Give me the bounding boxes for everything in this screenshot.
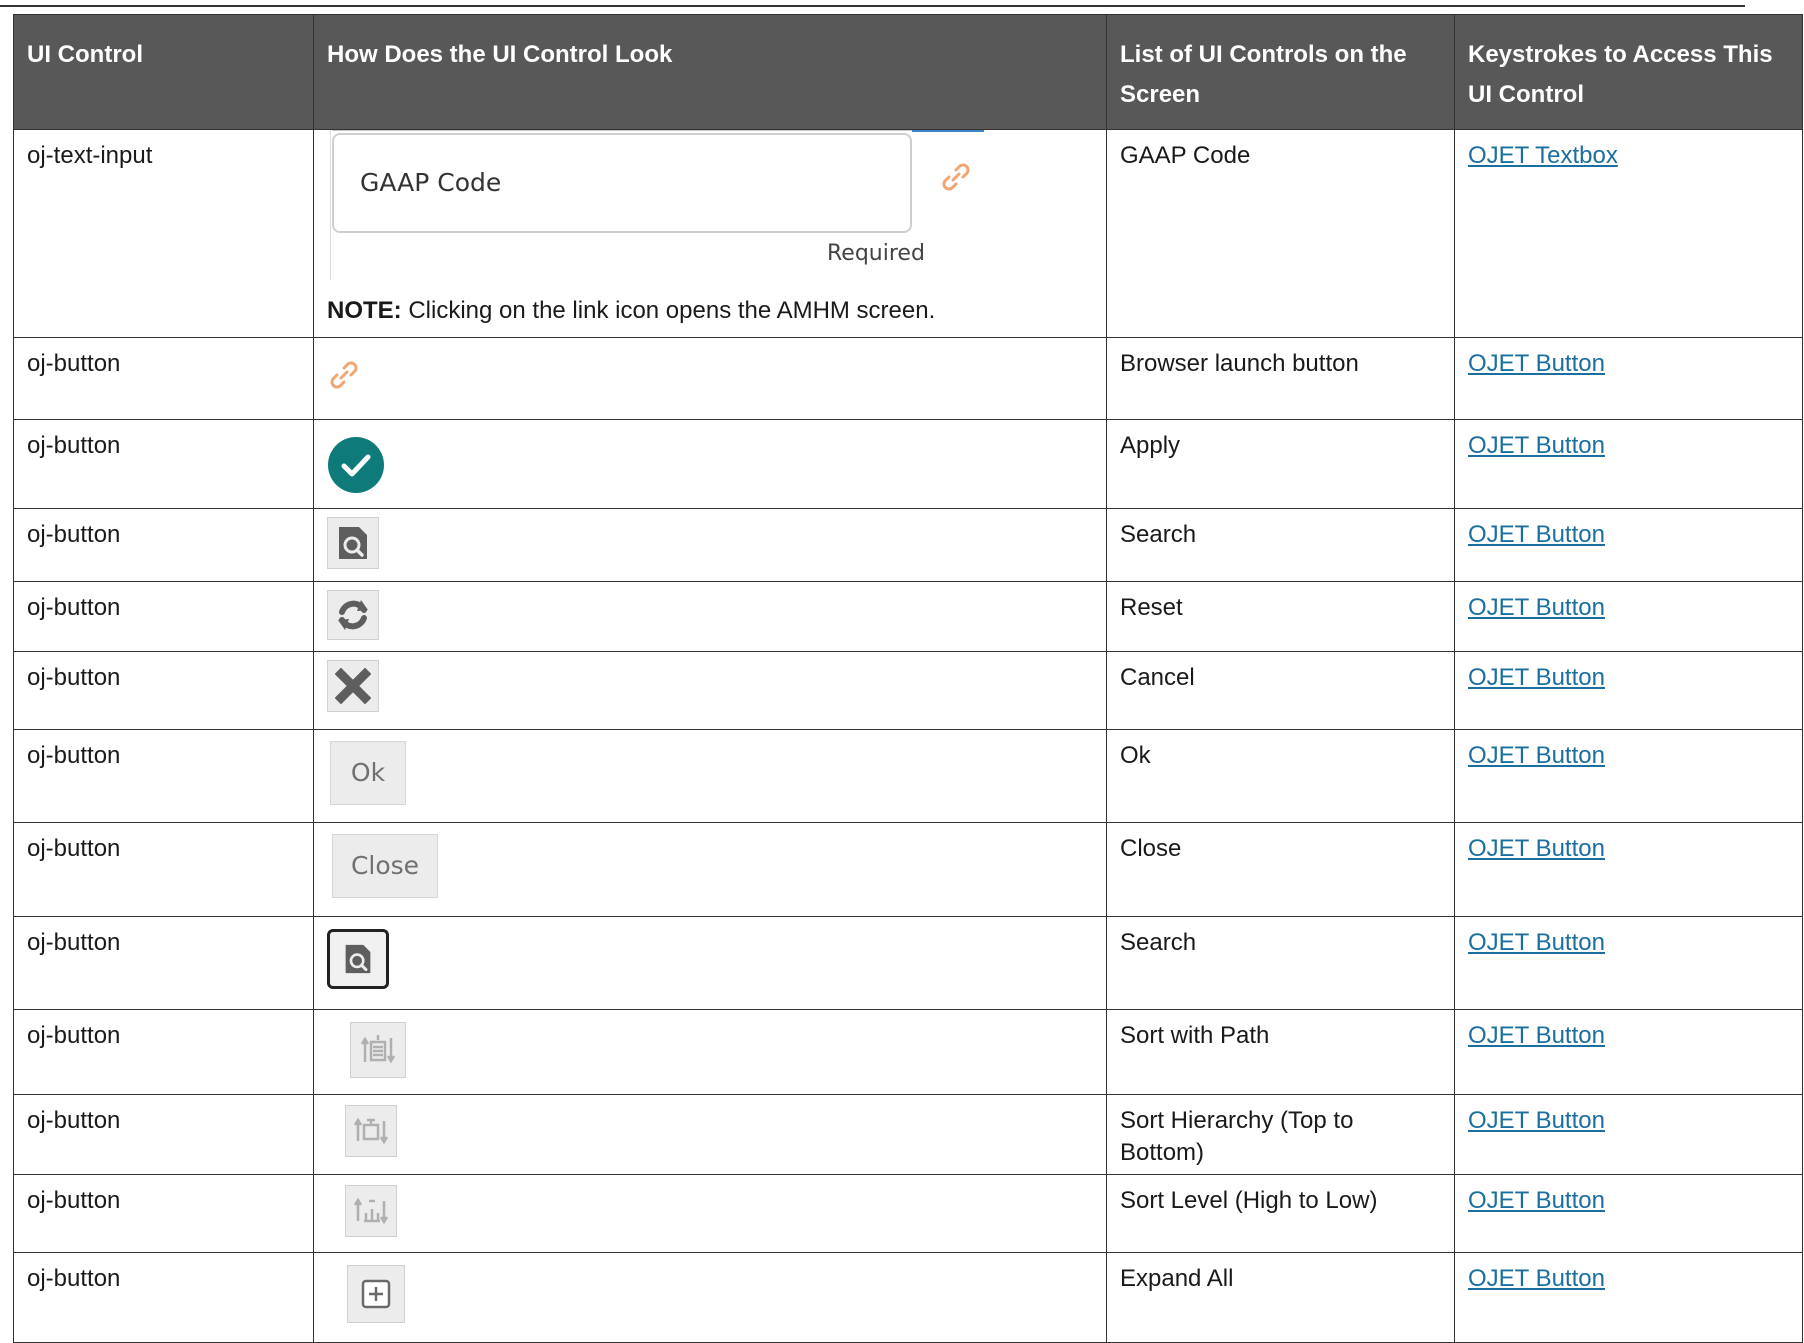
control-label: Search — [1106, 916, 1455, 1010]
refresh-icon[interactable] — [327, 590, 379, 640]
ui-controls-table: UI Control How Does the UI Control Look … — [13, 14, 1803, 1343]
control-name: oj-button — [13, 581, 314, 652]
control-name: oj-button — [13, 419, 314, 509]
table-row: oj-text-input GAAP Code Required NOTE: C… — [13, 129, 1803, 338]
keystroke-link[interactable]: OJET Button — [1468, 664, 1605, 691]
close-button[interactable]: Close — [332, 834, 438, 898]
control-label: Expand All — [1106, 1252, 1455, 1343]
close-x-icon[interactable] — [327, 660, 379, 712]
table-row: oj-button Sort Level (High to Low) OJET … — [13, 1174, 1803, 1253]
control-label: Cancel — [1106, 651, 1455, 730]
control-label: Search — [1106, 508, 1455, 582]
control-label: GAAP Code — [1106, 129, 1455, 338]
sort-level-icon[interactable] — [345, 1185, 397, 1237]
keystroke-link[interactable]: OJET Button — [1468, 1107, 1605, 1134]
header-how-look: How Does the UI Control Look — [313, 14, 1107, 130]
control-name: oj-button — [13, 822, 314, 917]
table-row: oj-button Ok Ok OJET Button — [13, 729, 1803, 823]
search-doc-icon[interactable] — [327, 929, 389, 989]
table-row: oj-button Browser launch button OJET But… — [13, 337, 1803, 420]
sort-hierarchy-icon[interactable] — [345, 1105, 397, 1157]
check-circle-icon[interactable] — [327, 436, 385, 503]
control-label: Ok — [1106, 729, 1455, 823]
control-name: oj-button — [13, 1009, 314, 1095]
keystroke-link[interactable]: OJET Button — [1468, 742, 1605, 769]
header-ui-control: UI Control — [13, 14, 314, 130]
control-name: oj-button — [13, 1252, 314, 1343]
control-label: Apply — [1106, 419, 1455, 509]
control-name: oj-text-input — [13, 129, 314, 338]
search-doc-icon[interactable] — [327, 517, 379, 569]
note-text: Clicking on the link icon opens the AMHM… — [401, 297, 936, 324]
control-name: oj-button — [13, 916, 314, 1010]
link-icon[interactable] — [327, 358, 361, 401]
table-row: oj-button Reset OJET Button — [13, 581, 1803, 652]
table-row: oj-button Search OJET Button — [13, 916, 1803, 1010]
keystroke-link[interactable]: OJET Button — [1468, 521, 1605, 548]
required-text: Required — [827, 241, 925, 266]
keystroke-link[interactable]: OJET Button — [1468, 835, 1605, 862]
table-header-row: UI Control How Does the UI Control Look … — [13, 14, 1803, 130]
ok-button[interactable]: Ok — [330, 741, 406, 805]
control-label: Sort Hierarchy (Top to Bottom) — [1120, 1107, 1354, 1166]
control-label: Close — [1106, 822, 1455, 917]
control-label: Sort with Path — [1106, 1009, 1455, 1095]
table-row: oj-button Expand All OJET Button — [13, 1252, 1803, 1343]
gaap-code-input-sample: GAAP Code Required — [327, 130, 1093, 294]
control-look: GAAP Code Required NOTE: Clicking on the… — [313, 129, 1107, 338]
keystroke-link[interactable]: OJET Button — [1468, 594, 1605, 621]
gaap-code-field-text: GAAP Code — [360, 168, 502, 197]
keystroke-link[interactable]: OJET Button — [1468, 1265, 1605, 1292]
keystroke-link[interactable]: OJET Button — [1468, 929, 1605, 956]
top-rule — [0, 5, 1745, 7]
sort-path-icon[interactable] — [350, 1022, 406, 1078]
keystroke-link[interactable]: OJET Button — [1468, 432, 1605, 459]
note: NOTE: Clicking on the link icon opens th… — [327, 294, 1093, 334]
expand-all-icon[interactable] — [347, 1265, 405, 1323]
control-name: oj-button — [13, 337, 314, 420]
keystroke-link[interactable]: OJET Button — [1468, 1022, 1605, 1049]
control-label: Sort Level (High to Low) — [1106, 1174, 1455, 1253]
control-name: oj-button — [13, 729, 314, 823]
control-name: oj-button — [13, 1094, 314, 1175]
control-name: oj-button — [13, 1174, 314, 1253]
note-label: NOTE: — [327, 297, 402, 324]
header-keystrokes: Keystrokes to Access This UI Control — [1454, 14, 1803, 130]
control-label: Browser launch button — [1106, 337, 1455, 420]
table-row: oj-button Apply OJET Button — [13, 419, 1803, 509]
table-row: oj-button Sort with Path OJET Button — [13, 1009, 1803, 1095]
table-row: oj-button Cancel OJET Button — [13, 651, 1803, 730]
table-row: oj-button Search OJET Button — [13, 508, 1803, 582]
table-row: oj-button Sort Hierarchy (Top to Bottom)… — [13, 1094, 1803, 1175]
gaap-code-field[interactable]: GAAP Code — [332, 133, 912, 233]
header-list-controls: List of UI Controls on the Screen — [1106, 14, 1455, 130]
keystroke-link[interactable]: OJET Button — [1468, 350, 1605, 377]
table-row: oj-button Close Close OJET Button — [13, 822, 1803, 917]
keystroke-link[interactable]: OJET Textbox — [1468, 142, 1618, 169]
keystroke-link[interactable]: OJET Button — [1468, 1187, 1605, 1214]
link-icon[interactable] — [939, 160, 973, 203]
control-label: Reset — [1106, 581, 1455, 652]
control-name: oj-button — [13, 508, 314, 582]
control-name: oj-button — [13, 651, 314, 730]
